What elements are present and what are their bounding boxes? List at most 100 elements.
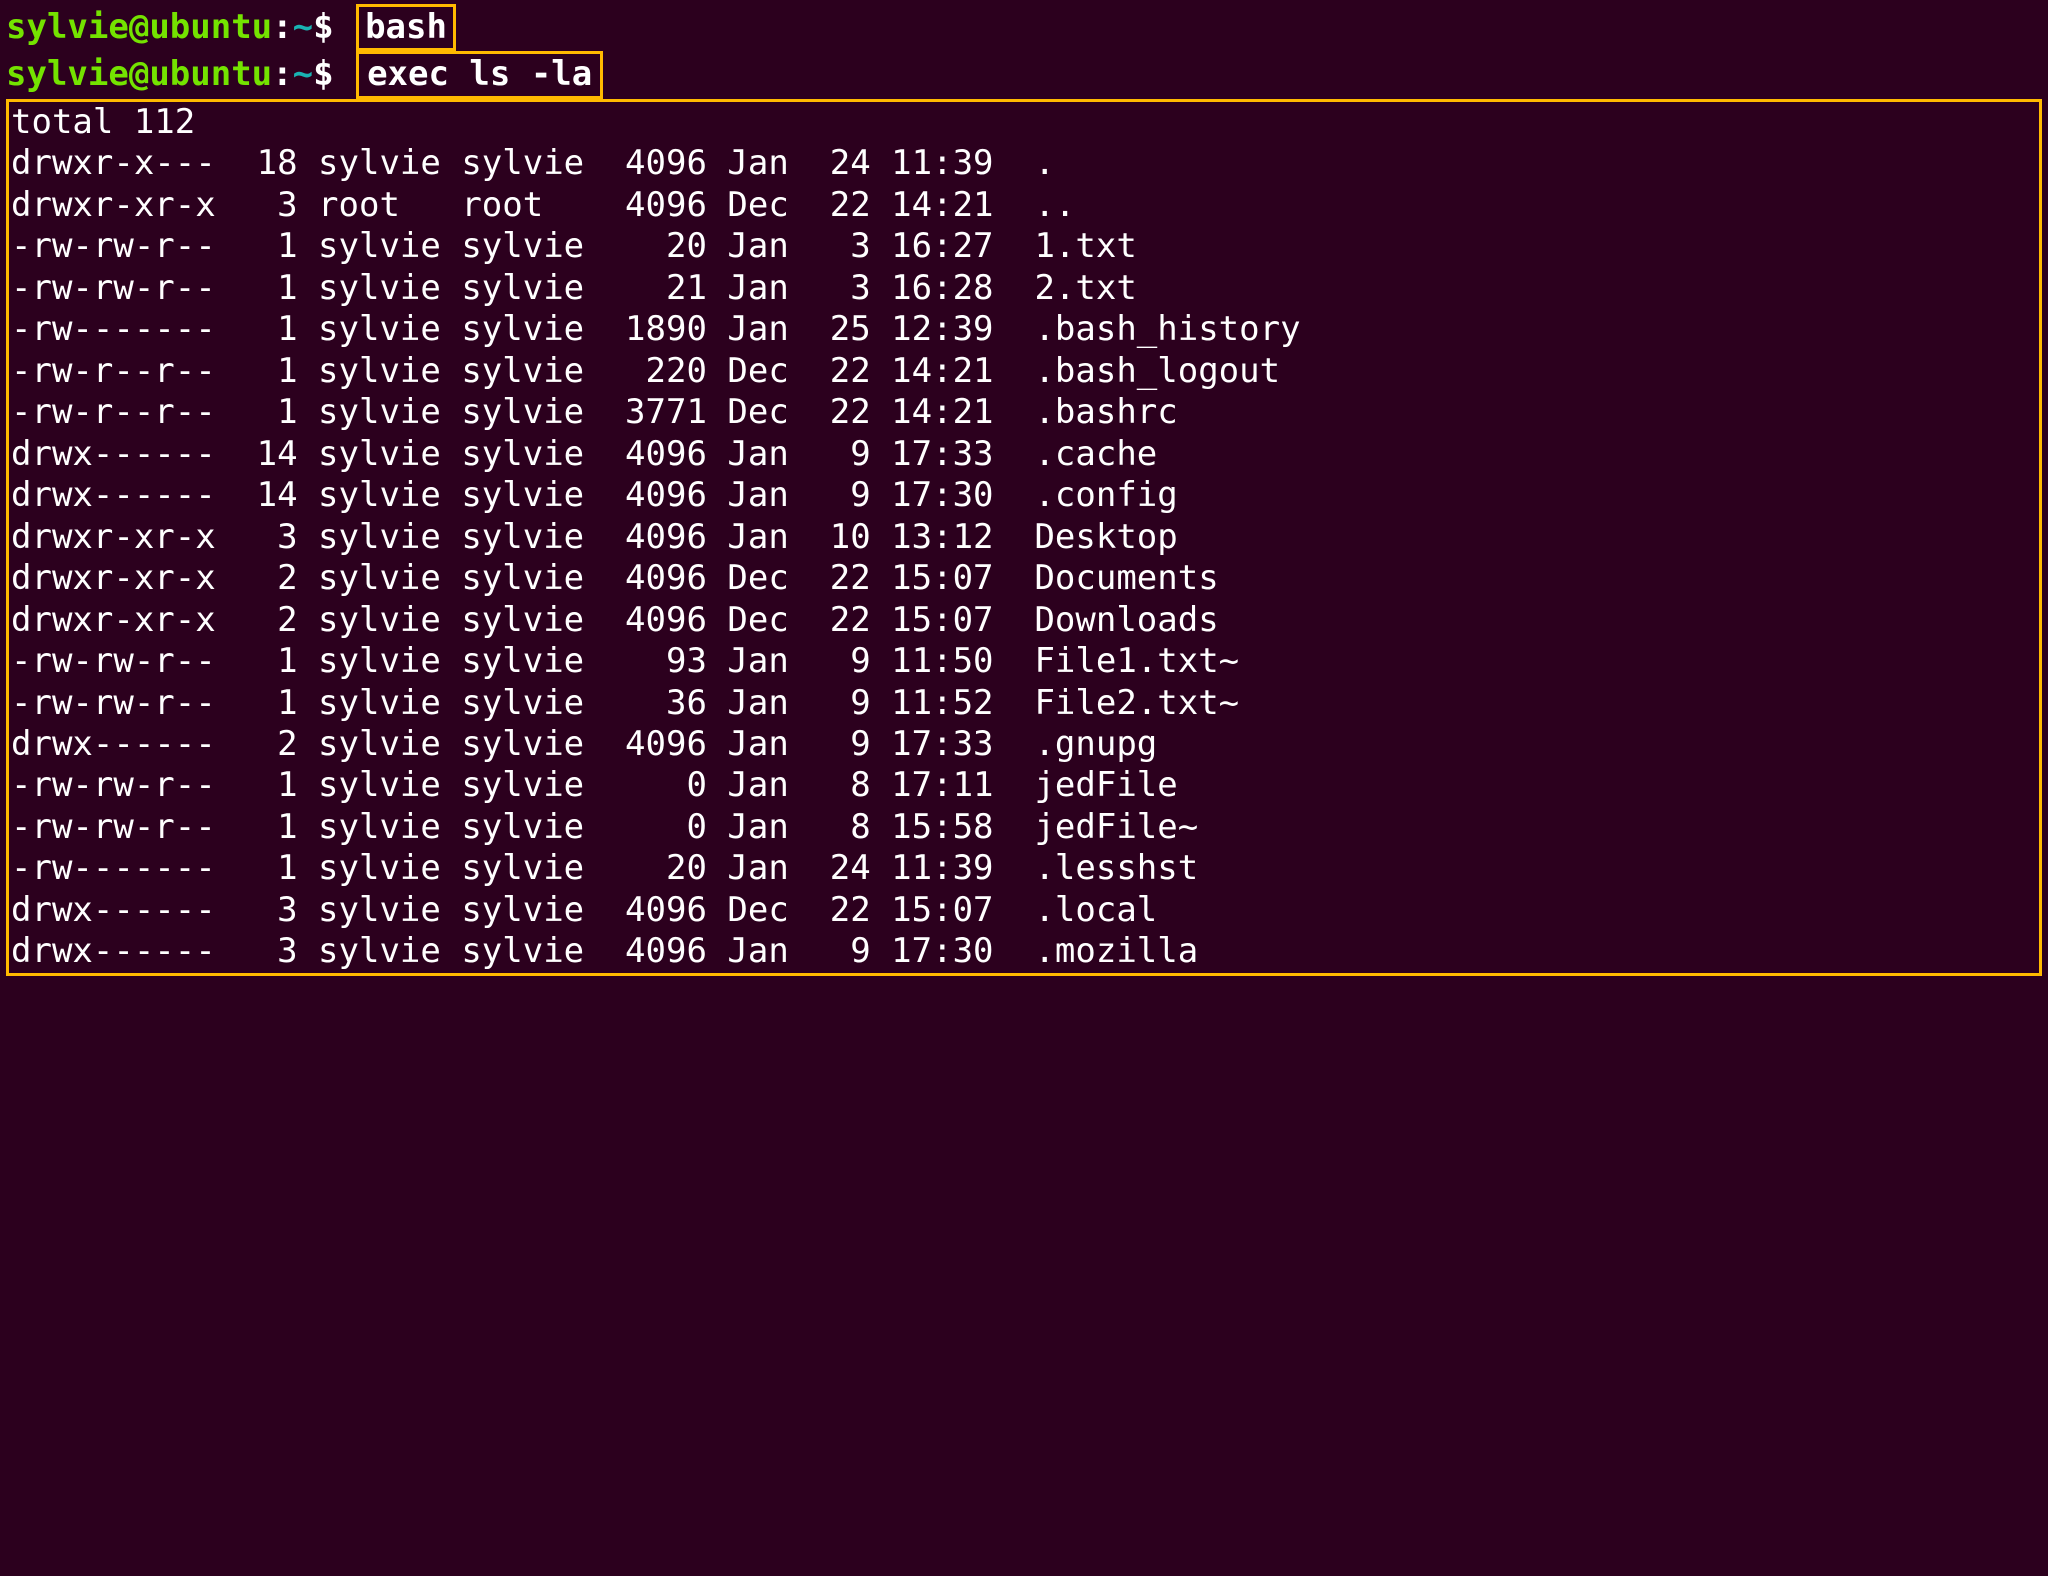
prompt-user: sylvie — [6, 54, 129, 94]
col-permissions: -rw------- — [11, 848, 236, 889]
col-group: sylvie — [461, 890, 604, 931]
col-group: sylvie — [461, 931, 604, 972]
col-month: Dec — [727, 890, 809, 931]
ls-row: -rw-rw-r--1 sylviesylvie20 Jan3 16:27 1.… — [11, 226, 2033, 267]
highlight-output: total 112 drwxr-x---18 sylviesylvie4096 … — [6, 99, 2042, 976]
col-links: 3 — [236, 517, 297, 558]
col-filename: 2.txt — [1034, 268, 1136, 309]
col-links: 1 — [236, 268, 297, 309]
col-links: 14 — [236, 475, 297, 516]
col-group: sylvie — [461, 600, 604, 641]
col-time: 11:50 — [891, 641, 1014, 682]
col-month: Jan — [727, 724, 809, 765]
col-filename: File1.txt~ — [1034, 641, 1239, 682]
total-line: total 112 — [11, 102, 2033, 143]
col-permissions: drwxr-xr-x — [11, 185, 236, 226]
col-month: Jan — [727, 848, 809, 889]
command-exec-ls: exec ls -la — [367, 54, 592, 94]
col-time: 15:07 — [891, 890, 1014, 931]
col-owner: sylvie — [318, 848, 461, 889]
col-group: root — [461, 185, 604, 226]
ls-row: drwxr-xr-x2 sylviesylvie4096 Dec22 15:07… — [11, 600, 2033, 641]
col-month: Dec — [727, 185, 809, 226]
col-links: 1 — [236, 309, 297, 350]
col-month: Jan — [727, 765, 809, 806]
ls-row: drwx------2 sylviesylvie4096 Jan9 17:33 … — [11, 724, 2033, 765]
col-time: 17:33 — [891, 724, 1014, 765]
col-permissions: -rw-rw-r-- — [11, 226, 236, 267]
ls-row: drwx------14 sylviesylvie4096 Jan9 17:30… — [11, 475, 2033, 516]
col-group: sylvie — [461, 392, 604, 433]
prompt-colon: : — [272, 7, 292, 47]
prompt-line-2[interactable]: sylvie@ubuntu:~$ exec ls -la — [6, 51, 2042, 98]
col-filename: 1.txt — [1034, 226, 1136, 267]
col-owner: sylvie — [318, 392, 461, 433]
col-time: 16:28 — [891, 268, 1014, 309]
prompt-at: @ — [129, 7, 149, 47]
col-permissions: drwxr-xr-x — [11, 517, 236, 558]
col-day: 3 — [809, 268, 870, 309]
ls-row: drwx------3 sylviesylvie4096 Dec22 15:07… — [11, 890, 2033, 931]
col-owner: sylvie — [318, 931, 461, 972]
col-filename: Downloads — [1034, 600, 1218, 641]
col-size: 1890 — [605, 309, 707, 350]
col-time: 17:11 — [891, 765, 1014, 806]
col-filename: .bashrc — [1034, 392, 1177, 433]
col-links: 3 — [236, 931, 297, 972]
col-filename: Desktop — [1034, 517, 1177, 558]
col-size: 20 — [605, 848, 707, 889]
col-permissions: -rw-rw-r-- — [11, 765, 236, 806]
col-permissions: -rw-r--r-- — [11, 392, 236, 433]
col-month: Jan — [727, 434, 809, 475]
col-filename: .local — [1034, 890, 1157, 931]
col-day: 8 — [809, 765, 870, 806]
col-permissions: -rw-r--r-- — [11, 351, 236, 392]
prompt-host: ubuntu — [149, 54, 272, 94]
col-permissions: drwx------ — [11, 434, 236, 475]
col-group: sylvie — [461, 641, 604, 682]
col-month: Jan — [727, 517, 809, 558]
col-size: 0 — [605, 807, 707, 848]
col-filename: .gnupg — [1034, 724, 1157, 765]
prompt-user: sylvie — [6, 7, 129, 47]
ls-row: drwx------14 sylviesylvie4096 Jan9 17:33… — [11, 434, 2033, 475]
ls-row: -rw-rw-r--1 sylviesylvie36 Jan9 11:52 Fi… — [11, 683, 2033, 724]
col-links: 1 — [236, 392, 297, 433]
col-time: 17:33 — [891, 434, 1014, 475]
col-size: 4096 — [605, 931, 707, 972]
col-day: 22 — [809, 392, 870, 433]
col-links: 14 — [236, 434, 297, 475]
col-filename: .bash_logout — [1034, 351, 1280, 392]
col-time: 17:30 — [891, 475, 1014, 516]
col-group: sylvie — [461, 143, 604, 184]
col-group: sylvie — [461, 226, 604, 267]
ls-row: -rw-r--r--1 sylviesylvie220 Dec22 14:21 … — [11, 351, 2033, 392]
col-time: 11:39 — [891, 143, 1014, 184]
col-links: 2 — [236, 724, 297, 765]
ls-row: -rw-rw-r--1 sylviesylvie0 Jan8 17:11 jed… — [11, 765, 2033, 806]
col-group: sylvie — [461, 558, 604, 599]
col-size: 4096 — [605, 517, 707, 558]
highlight-cmd-2: exec ls -la — [356, 51, 603, 98]
col-permissions: drwx------ — [11, 724, 236, 765]
col-month: Dec — [727, 558, 809, 599]
col-month: Jan — [727, 226, 809, 267]
col-size: 36 — [605, 683, 707, 724]
prompt-at: @ — [129, 54, 149, 94]
ls-row: drwxr-xr-x3 rootroot4096 Dec22 14:21 .. — [11, 185, 2033, 226]
col-day: 9 — [809, 724, 870, 765]
col-day: 3 — [809, 226, 870, 267]
col-time: 16:27 — [891, 226, 1014, 267]
col-day: 24 — [809, 143, 870, 184]
col-filename: .mozilla — [1034, 931, 1198, 972]
prompt-path: ~ — [293, 7, 313, 47]
col-owner: sylvie — [318, 641, 461, 682]
col-day: 9 — [809, 475, 870, 516]
col-owner: sylvie — [318, 268, 461, 309]
col-time: 14:21 — [891, 185, 1014, 226]
prompt-line-1[interactable]: sylvie@ubuntu:~$ bash — [6, 4, 2042, 51]
col-owner: sylvie — [318, 517, 461, 558]
col-filename: Documents — [1034, 558, 1218, 599]
col-links: 3 — [236, 890, 297, 931]
col-size: 220 — [605, 351, 707, 392]
